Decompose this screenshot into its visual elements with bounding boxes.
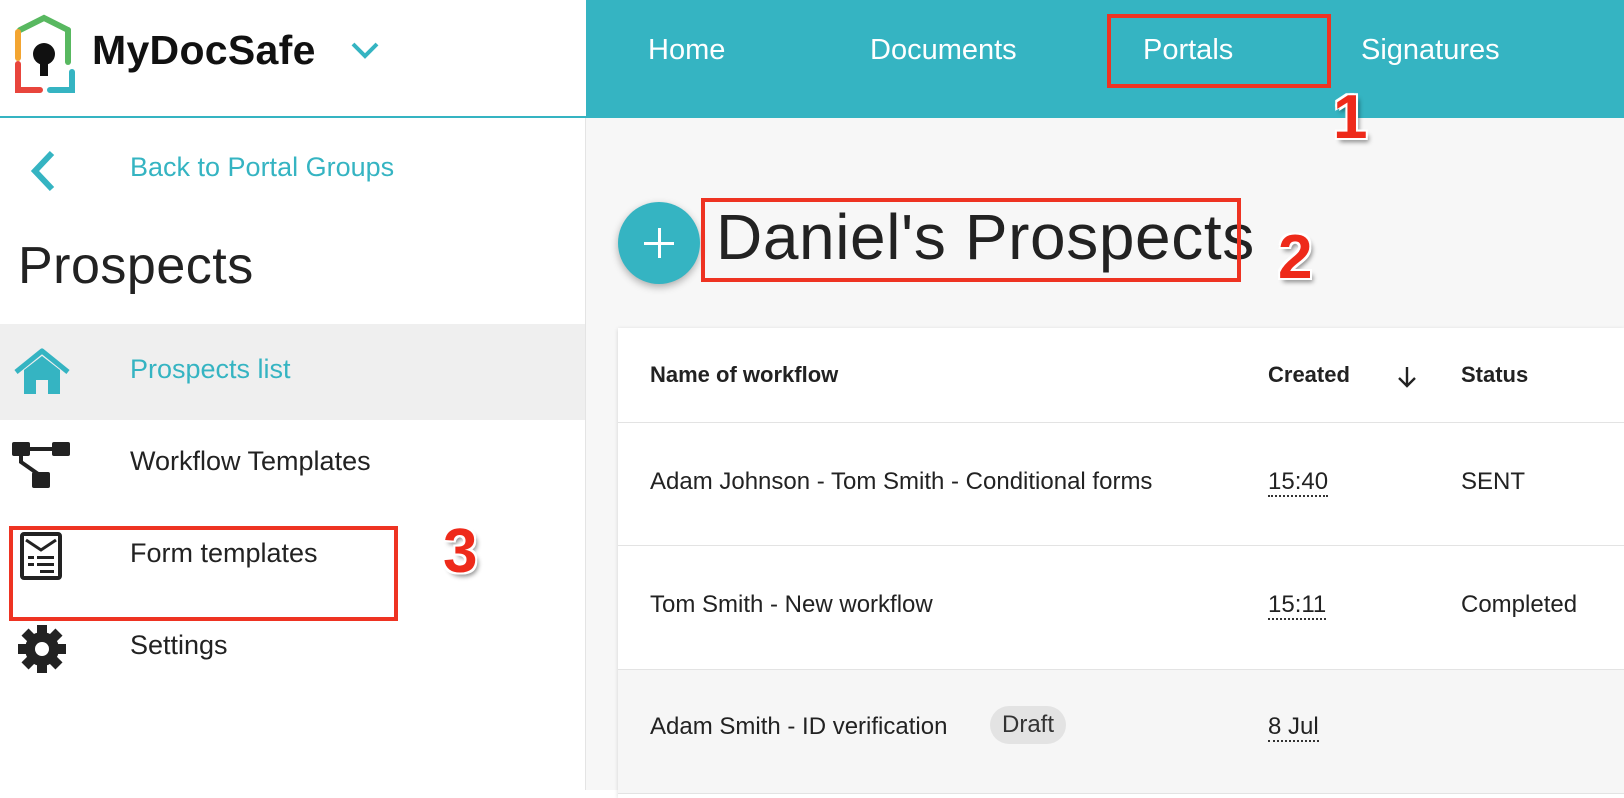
sidebar-item-prospects-list[interactable]: Prospects list — [0, 324, 585, 420]
workflow-icon — [12, 442, 70, 488]
sidebar-title: Prospects — [18, 237, 254, 295]
top-navigation: Home Documents Portals Signatures — [586, 0, 1624, 118]
workflow-name: Adam Smith - ID verification — [650, 713, 948, 740]
status-text: Completed — [1461, 591, 1578, 618]
sidebar-item-label: Prospects list — [130, 354, 291, 384]
created-time: 8 Jul — [1268, 713, 1319, 742]
arrow-down-icon[interactable] — [1396, 364, 1418, 390]
sidebar-item-workflow-templates[interactable]: Workflow Templates — [0, 416, 585, 512]
workflow-name: Tom Smith - New workflow — [650, 591, 933, 618]
app-name: MyDocSafe — [92, 27, 316, 73]
annotation-number-2: 2 — [1278, 223, 1313, 292]
sidebar: Back to Portal Groups Prospects Prospect… — [0, 118, 586, 790]
home-icon — [14, 348, 70, 394]
back-link-label: Back to Portal Groups — [130, 152, 395, 182]
table-header: Name of workflow Created Status — [618, 328, 1624, 423]
table-row[interactable]: Adam Smith - ID verification Draft 8 Jul — [618, 670, 1624, 794]
add-workflow-button[interactable] — [618, 202, 700, 284]
column-header-created[interactable]: Created — [1268, 362, 1350, 388]
sidebar-item-label: Settings — [130, 630, 228, 660]
annotation-box-form-templates — [9, 526, 398, 621]
nav-signatures[interactable]: Signatures — [1361, 34, 1500, 67]
table-row[interactable]: Adam Johnson - Tom Smith - Conditional f… — [618, 422, 1624, 546]
annotation-number-1: 1 — [1333, 83, 1368, 152]
brand-bar: MyDocSafe — [0, 0, 586, 118]
draft-badge: Draft — [990, 706, 1067, 744]
status-text: SENT — [1461, 468, 1526, 495]
workflow-name: Adam Johnson - Tom Smith - Conditional f… — [650, 468, 1153, 495]
gear-icon — [18, 625, 66, 673]
table-row[interactable]: Tom Smith - New workflow 15:11 Completed — [618, 546, 1624, 670]
back-to-portal-groups-link[interactable]: Back to Portal Groups — [0, 138, 585, 198]
annotation-box-portals — [1107, 14, 1331, 88]
annotation-number-3: 3 — [443, 517, 478, 586]
column-header-status[interactable]: Status — [1461, 362, 1528, 388]
chevron-left-icon — [30, 150, 55, 192]
nav-documents[interactable]: Documents — [870, 34, 1017, 67]
created-time: 15:11 — [1268, 591, 1327, 620]
app-logo-icon — [15, 14, 75, 93]
column-header-name[interactable]: Name of workflow — [650, 362, 838, 388]
sidebar-item-label: Workflow Templates — [130, 446, 371, 476]
annotation-box-page-title — [701, 198, 1241, 282]
nav-home[interactable]: Home — [648, 34, 725, 67]
created-time: 15:40 — [1268, 468, 1329, 497]
workflows-table: Name of workflow Created Status Adam Joh… — [618, 328, 1624, 798]
chevron-down-icon[interactable] — [350, 40, 380, 62]
